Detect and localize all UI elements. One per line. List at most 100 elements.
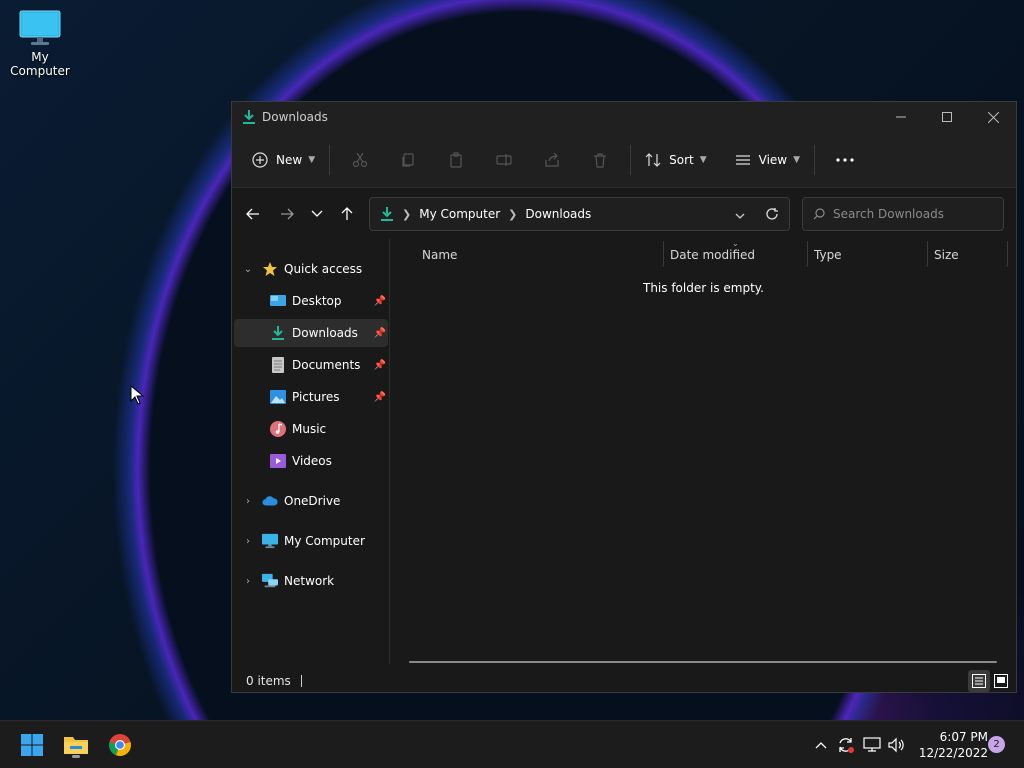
nav-item-onedrive[interactable]: › OneDrive — [234, 487, 388, 515]
horizontal-scrollbar[interactable] — [409, 661, 997, 663]
close-button[interactable] — [970, 102, 1016, 132]
minimize-button[interactable] — [878, 102, 924, 132]
breadcrumb-downloads[interactable]: Downloads — [525, 207, 591, 221]
trash-icon — [594, 152, 607, 168]
address-row: ❯ My Computer ❯ Downloads — [232, 189, 1016, 239]
sort-icon — [645, 152, 661, 167]
search-input[interactable] — [833, 207, 993, 221]
chevron-down-icon[interactable]: ⌄ — [242, 264, 254, 275]
column-divider[interactable] — [807, 241, 808, 267]
breadcrumb-my-computer[interactable]: My Computer — [419, 207, 500, 221]
column-header-type[interactable]: Type — [814, 239, 926, 271]
plus-circle-icon — [252, 151, 268, 168]
address-history-button[interactable] — [735, 209, 745, 223]
pin-icon: 📌 — [373, 327, 386, 339]
taskbar: 6:07 PM 12/22/2022 2 — [0, 720, 1024, 768]
column-divider[interactable] — [927, 241, 928, 267]
folder-icon — [64, 737, 88, 754]
large-icons-view-button[interactable] — [990, 670, 1012, 692]
column-divider[interactable] — [1007, 241, 1008, 267]
item-count: 0 items — [246, 674, 291, 688]
chevron-down-icon: ▼ — [699, 154, 707, 165]
arrow-right-icon — [281, 208, 294, 220]
volume-button[interactable] — [887, 735, 907, 755]
status-divider — [300, 675, 302, 687]
refresh-button[interactable] — [765, 207, 779, 224]
column-header-name[interactable]: Name — [422, 239, 662, 271]
up-button[interactable] — [332, 199, 362, 229]
nav-quick-access[interactable]: ⌄ Quick access — [234, 255, 388, 283]
more-options-button[interactable] — [821, 143, 869, 177]
chevron-right-icon[interactable]: › — [242, 576, 254, 587]
start-button[interactable] — [16, 729, 48, 761]
chevron-down-icon: ▼ — [308, 154, 316, 165]
chevron-right-icon[interactable]: › — [242, 536, 254, 547]
taskbar-chrome[interactable] — [104, 729, 136, 761]
rename-button[interactable] — [480, 143, 528, 177]
desktop-icon-label: My Computer — [10, 50, 70, 78]
sort-button[interactable]: Sort ▼ — [637, 143, 715, 177]
clipboard-icon — [450, 151, 462, 168]
music-icon — [270, 421, 286, 437]
pictures-icon — [270, 389, 286, 405]
refresh-icon — [766, 208, 778, 220]
new-button[interactable]: New ▼ — [244, 143, 323, 177]
pin-icon: 📌 — [373, 359, 386, 371]
forward-button[interactable] — [272, 199, 302, 229]
title-bar[interactable]: Downloads — [232, 102, 1016, 132]
tiles-view-icon — [994, 674, 1008, 688]
chevron-right-icon[interactable]: › — [242, 496, 254, 507]
search-icon — [813, 208, 825, 220]
copy-icon — [402, 152, 414, 167]
clock[interactable]: 6:07 PM 12/22/2022 — [912, 729, 988, 761]
desktop-icon-my-computer[interactable]: My Computer — [2, 10, 78, 78]
nav-item-my-computer[interactable]: › My Computer — [234, 527, 388, 555]
clock-date: 12/22/2022 — [918, 746, 988, 760]
scissors-icon — [353, 152, 368, 167]
file-list[interactable]: Name Date modified ⌄ Type Size This fold… — [391, 239, 1016, 664]
search-box[interactable] — [802, 197, 1004, 231]
address-bar[interactable]: ❯ My Computer ❯ Downloads — [369, 197, 790, 231]
nav-item-documents[interactable]: Documents 📌 — [234, 351, 388, 379]
details-view-button[interactable] — [968, 670, 990, 692]
recent-locations-button[interactable] — [302, 199, 332, 229]
nav-label: OneDrive — [284, 494, 341, 508]
chevron-up-icon — [815, 742, 827, 749]
file-explorer-window: Downloads New ▼ Sort ▼ View ▼ ❯ My Compu… — [231, 101, 1017, 693]
chevron-down-icon — [735, 213, 745, 219]
cut-button[interactable] — [336, 143, 384, 177]
nav-item-pictures[interactable]: Pictures 📌 — [234, 383, 388, 411]
sync-status-button[interactable] — [836, 735, 856, 755]
nav-item-videos[interactable]: Videos — [234, 447, 388, 475]
network-status-button[interactable] — [862, 735, 882, 755]
navigation-pane: ⌄ Quick access Desktop 📌 Downloads 📌 Doc… — [232, 239, 390, 664]
maximize-icon — [942, 112, 952, 122]
nav-item-music[interactable]: Music — [234, 415, 388, 443]
windows-logo-icon — [21, 734, 43, 756]
network-monitor-icon — [863, 737, 881, 752]
notification-badge[interactable]: 2 — [988, 736, 1005, 753]
view-button[interactable]: View ▼ — [727, 143, 808, 177]
arrow-up-icon — [341, 207, 353, 220]
network-icon — [262, 573, 278, 589]
nav-label: Desktop — [292, 294, 342, 308]
mouse-cursor — [130, 384, 145, 408]
column-divider[interactable] — [663, 241, 664, 267]
paste-button[interactable] — [432, 143, 480, 177]
share-button[interactable] — [528, 143, 576, 177]
maximize-button[interactable] — [924, 102, 970, 132]
nav-item-downloads[interactable]: Downloads 📌 — [234, 319, 388, 347]
column-header-size[interactable]: Size — [934, 239, 1006, 271]
back-button[interactable] — [238, 199, 268, 229]
star-icon — [262, 261, 278, 277]
nav-item-desktop[interactable]: Desktop 📌 — [234, 287, 388, 315]
details-view-icon — [972, 674, 986, 688]
delete-button[interactable] — [576, 143, 624, 177]
taskbar-file-explorer[interactable] — [60, 729, 92, 761]
arrow-left-icon — [246, 208, 259, 220]
nav-item-network[interactable]: › Network — [234, 567, 388, 595]
show-hidden-icons-button[interactable] — [811, 735, 831, 755]
copy-button[interactable] — [384, 143, 432, 177]
chrome-icon — [109, 734, 131, 757]
sort-label: Sort — [669, 152, 694, 167]
